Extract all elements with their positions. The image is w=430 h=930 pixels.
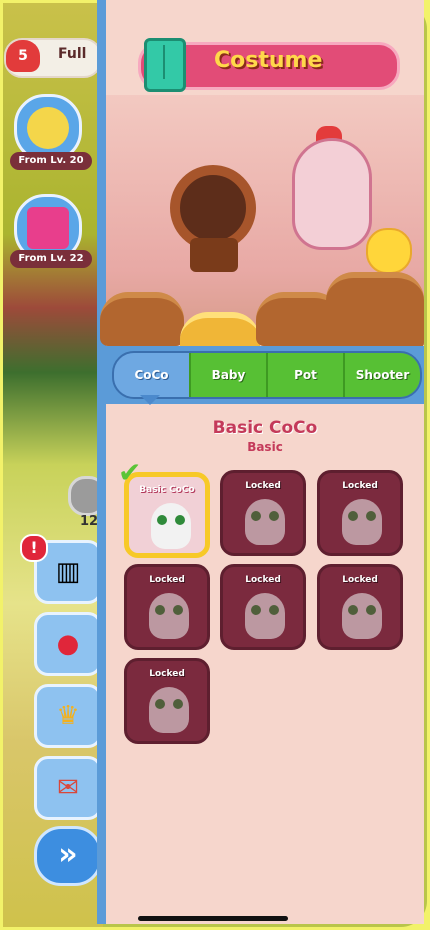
- costume-card-locked[interactable]: Locked: [317, 564, 403, 650]
- treasure-chest-decoration: [190, 238, 238, 272]
- map-button[interactable]: ●: [34, 612, 102, 676]
- costume-card-locked[interactable]: Locked: [124, 564, 210, 650]
- tab-shooter[interactable]: Shooter: [343, 353, 420, 397]
- baby-chick-preview: [366, 228, 412, 274]
- hen-icon: [245, 499, 285, 545]
- wardrobe-icon: [144, 38, 186, 92]
- costume-card-locked[interactable]: Locked: [124, 658, 210, 744]
- heart-icon: 5: [6, 40, 40, 72]
- panel-divider: [97, 0, 106, 924]
- reward-caption-2: From Lv. 22: [10, 250, 92, 268]
- costume-card-locked[interactable]: Locked: [317, 470, 403, 556]
- lives-status: Full: [58, 46, 87, 62]
- hen-icon: [151, 503, 191, 549]
- fast-forward-button[interactable]: »: [34, 826, 102, 886]
- costume-card-label: Locked: [149, 669, 185, 679]
- costume-card-locked[interactable]: Locked: [220, 564, 306, 650]
- coco-hen-preview: [292, 138, 372, 250]
- hen-icon: [149, 687, 189, 733]
- mail-button[interactable]: ✉: [34, 756, 102, 820]
- costume-card-locked[interactable]: Locked: [220, 470, 306, 556]
- tab-baby[interactable]: Baby: [189, 353, 266, 397]
- coin-count: 12: [80, 514, 99, 529]
- costume-tabs: CoCo Baby Pot Shooter: [112, 351, 422, 399]
- costume-card-label: Locked: [342, 575, 378, 585]
- hen-icon: [149, 593, 189, 639]
- hen-icon: [245, 593, 285, 639]
- active-tab-pointer: [140, 395, 160, 405]
- checkmark-icon: ✔: [118, 456, 142, 489]
- pot-decoration: [326, 272, 424, 350]
- alert-badge: !: [20, 534, 48, 562]
- tab-coco[interactable]: CoCo: [114, 353, 189, 397]
- trophy-button[interactable]: ♛: [34, 684, 102, 748]
- home-indicator[interactable]: [138, 916, 288, 921]
- hen-icon: [342, 499, 382, 545]
- fast-forward-icon: »: [58, 837, 78, 872]
- mail-icon: ✉: [57, 773, 79, 803]
- pot-decoration: [100, 292, 184, 346]
- costume-card-label: Locked: [245, 575, 281, 585]
- tab-pot[interactable]: Pot: [266, 353, 343, 397]
- hen-icon: [342, 593, 382, 639]
- reward-caption-1: From Lv. 20: [10, 152, 92, 170]
- selected-costume-name: Basic CoCo: [212, 418, 318, 438]
- page-title: Costume: [214, 48, 323, 73]
- selected-costume-tier: Basic: [247, 440, 283, 454]
- trophy-icon: ♛: [56, 701, 80, 731]
- wardrobe-icon: ▥: [55, 557, 81, 587]
- costume-card-label: Locked: [342, 481, 378, 491]
- map-pin-icon: ●: [56, 629, 80, 659]
- costume-card-label: Locked: [149, 575, 185, 585]
- costume-card-label: Locked: [245, 481, 281, 491]
